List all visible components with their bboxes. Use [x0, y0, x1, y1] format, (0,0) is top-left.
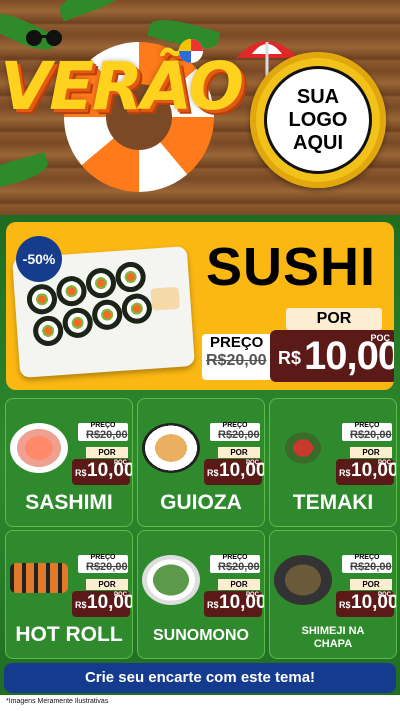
old-price: R$20,00 [206, 352, 267, 369]
preco-label: PREÇO [222, 554, 248, 561]
product-name: TEMAKI [292, 491, 374, 514]
por-label: POR [218, 579, 260, 590]
old-price-box: PREÇO R$20,00 [210, 422, 260, 441]
price-suffix: POÇ [377, 460, 391, 466]
product-card[interactable]: PREÇO R$20,00 POR R$ 10,00 POÇ HOT ROLL [5, 530, 133, 659]
palm-leaf [56, 0, 130, 22]
price-suffix: POÇ [113, 592, 127, 598]
beach-ball-icon [179, 39, 203, 63]
product-card[interactable]: PREÇO R$20,00 POR R$ 10,00 POÇ GUIOZA [137, 398, 265, 527]
price-suffix: POÇ [113, 460, 127, 466]
create-flyer-button[interactable]: Crie seu encarte com este tema! [4, 663, 396, 693]
old-price-box: PREÇO R$20,00 [202, 334, 272, 380]
logo-text-line: AQUI [293, 131, 343, 154]
new-price-box: R$ 10,00 POÇ [204, 591, 264, 617]
old-price: R$20,00 [86, 561, 128, 573]
old-price-box: PREÇO R$20,00 [342, 554, 392, 573]
old-price: R$20,00 [218, 429, 260, 441]
product-name-line: CHAPA [313, 638, 353, 650]
logo-placeholder[interactable]: SUA LOGO AQUI [264, 66, 372, 174]
old-price-box: PREÇO R$20,00 [78, 422, 128, 441]
new-price-box: R$ 10,00 POÇ [336, 459, 396, 485]
preco-label: PREÇO [210, 334, 264, 351]
por-label: POR [350, 579, 392, 590]
currency-label: R$ [339, 600, 351, 610]
sunomono-image [142, 555, 200, 605]
product-name: HOT ROLL [15, 623, 123, 646]
price-suffix: POÇ [245, 460, 259, 466]
palm-leaf [0, 152, 51, 192]
sashimi-image [10, 423, 68, 473]
currency-label: R$ [339, 468, 351, 478]
product-card[interactable]: PREÇO R$20,00 POR R$ 10,00 POÇ TEMAKI [269, 398, 397, 527]
product-card[interactable]: PREÇO R$20,00 POR R$ 10,00 POÇ SASHIMI [5, 398, 133, 527]
por-label: POR [286, 308, 382, 330]
preco-label: PREÇO [222, 422, 248, 429]
price-suffix: POÇ [377, 592, 391, 598]
product-name: SUNOMONO [153, 627, 249, 644]
currency-label: R$ [207, 468, 219, 478]
logo-text-line: SUA [296, 85, 340, 108]
new-price-box: R$ 10,00 POÇ [204, 459, 264, 485]
hero-offer-card[interactable]: -50% SUSHI PREÇO R$20,00 POR R$ 10,00 PO… [6, 222, 394, 390]
footer-note: *Imagens Meramente Ilustrativas [6, 698, 109, 705]
new-price-box: R$ 10,00 POÇ [270, 330, 394, 382]
product-name: SASHIMI [25, 491, 113, 514]
old-price: R$20,00 [350, 429, 392, 441]
product-name-line: SHIMEJI NA [301, 625, 365, 637]
hot-roll-image [10, 563, 68, 593]
por-label: POR [350, 447, 392, 458]
preco-label: PREÇO [354, 554, 380, 561]
new-price-box: R$ 10,00 POÇ [336, 591, 396, 617]
discount-badge: -50% [16, 236, 62, 282]
preco-label: PREÇO [90, 422, 116, 429]
logo-ring: SUA LOGO AQUI [250, 52, 386, 188]
old-price: R$20,00 [350, 561, 392, 573]
product-name: SHIMEJI NA CHAPA [270, 625, 396, 651]
logo-text-line: LOGO [288, 108, 348, 131]
product-card[interactable]: PREÇO R$20,00 POR R$ 10,00 POÇ SUNOMONO [137, 530, 265, 659]
new-price-box: R$ 10,00 POÇ [72, 459, 132, 485]
theme-title: VERÃO [0, 48, 244, 125]
new-price-box: R$ 10,00 POÇ [72, 591, 132, 617]
old-price-box: PREÇO R$20,00 [78, 554, 128, 573]
preco-label: PREÇO [90, 554, 116, 561]
por-label: POR [86, 579, 128, 590]
por-label: POR [218, 447, 260, 458]
currency-label: R$ [278, 348, 302, 368]
currency-label: R$ [75, 468, 87, 478]
guioza-image [142, 423, 200, 473]
hero-title: SUSHI [206, 237, 377, 297]
product-name: GUIOZA [160, 491, 242, 514]
sunglasses-icon [26, 30, 62, 46]
old-price-box: PREÇO R$20,00 [210, 554, 260, 573]
header-banner: VERÃO SUA LOGO AQUI [0, 0, 400, 215]
currency-label: R$ [207, 600, 219, 610]
shimeji-image [274, 555, 332, 605]
old-price: R$20,00 [86, 429, 128, 441]
price-suffix: POÇ [245, 592, 259, 598]
temaki-image [274, 423, 332, 473]
price-suffix: POÇ [370, 333, 390, 343]
por-label: POR [86, 447, 128, 458]
old-price: R$20,00 [218, 561, 260, 573]
old-price-box: PREÇO R$20,00 [342, 422, 392, 441]
product-card[interactable]: PREÇO R$20,00 POR R$ 10,00 POÇ SHIMEJI NA C… [269, 530, 397, 659]
preco-label: PREÇO [354, 422, 380, 429]
currency-label: R$ [75, 600, 87, 610]
